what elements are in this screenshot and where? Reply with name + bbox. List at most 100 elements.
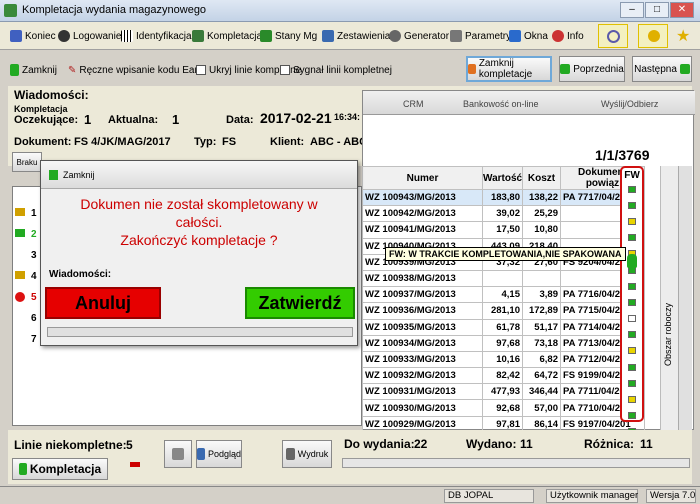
table-row[interactable]: WZ 100931/MG/2013 477,93 346,44 PA 7711/04/…: [362, 383, 645, 401]
table-row[interactable]: WZ 100942/MG/2013 39,02 25,29: [362, 205, 645, 223]
app-icon: [4, 4, 17, 17]
minimize-button[interactable]: –: [620, 2, 644, 18]
client-value: ABC - ABC: [310, 136, 368, 148]
fw-flag-icon[interactable]: [622, 213, 642, 229]
menu-item-identyfikacja[interactable]: Identyfikacja: [121, 28, 192, 44]
table-cell: 39,02: [482, 205, 523, 223]
settings-button[interactable]: [164, 440, 192, 468]
table-cell: WZ 100930/MG/2013: [362, 399, 483, 417]
fw-flag-icon[interactable]: [622, 391, 642, 407]
help-icon: [552, 30, 564, 42]
flag-icon: [18, 463, 27, 475]
missing-button[interactable]: Braku: [12, 152, 42, 172]
star-icon[interactable]: ★: [676, 26, 690, 46]
fw-flag-icon[interactable]: [622, 408, 642, 424]
signal-checkbox[interactable]: Sygnał linii kompletnej: [280, 62, 392, 78]
table-row[interactable]: WZ 100936/MG/2013 281,10 172,89 PA 7715/04/…: [362, 302, 645, 320]
list-item[interactable]: 5: [13, 281, 43, 303]
maximize-button[interactable]: □: [645, 2, 669, 18]
list-item[interactable]: 4: [13, 260, 43, 282]
tab-crm[interactable]: CRM: [403, 99, 424, 109]
menu-item-logowanie[interactable]: Logowanie: [58, 28, 121, 44]
pencil-icon: ✎: [68, 64, 77, 76]
printer-icon: [285, 448, 295, 460]
title-bar: Kompletacja wydania magazynowego – □ ✕: [0, 0, 700, 22]
previous-button[interactable]: Poprzednia: [559, 56, 625, 82]
next-button[interactable]: Następna: [632, 56, 692, 82]
table-row[interactable]: WZ 100934/MG/2013 97,68 73,18 PA 7713/04/20…: [362, 334, 645, 352]
col-numer[interactable]: Numer: [362, 166, 483, 190]
finish-kompletacja-button[interactable]: Zamknij kompletacje: [466, 56, 552, 82]
table-cell: WZ 100937/MG/2013: [362, 286, 483, 304]
key-tool-button[interactable]: [638, 24, 668, 48]
confirm-button[interactable]: Zatwierdź: [245, 287, 355, 319]
table-cell: 10,80: [522, 221, 561, 239]
fw-flag-icon[interactable]: [622, 197, 642, 213]
fw-flag-icon[interactable]: [622, 359, 642, 375]
table-cell: 477,93: [482, 383, 523, 401]
fw-flag-icon[interactable]: [622, 375, 642, 391]
table-cell: 4,15: [482, 286, 523, 304]
clock-button[interactable]: [598, 24, 628, 48]
fw-flag-icon[interactable]: [622, 230, 642, 246]
list-item[interactable]: 2: [13, 218, 43, 240]
col-wartosc[interactable]: Wartość: [482, 166, 523, 190]
table-row[interactable]: WZ 100930/MG/2013 92,68 57,00 PA 7710/04/20…: [362, 399, 645, 417]
windows-icon: [509, 30, 521, 42]
list-item[interactable]: 6: [13, 302, 43, 324]
menu-item-generator[interactable]: Generator: [389, 28, 449, 44]
table-cell: WZ 100932/MG/2013: [362, 367, 483, 385]
menu-item-parametry[interactable]: Parametry: [450, 28, 511, 44]
main-menu-bar: Koniec Logowanie Identyfikacja Kompletac…: [0, 22, 700, 50]
table-row[interactable]: WZ 100932/MG/2013 82,42 64,72 FS 9199/04/20…: [362, 367, 645, 385]
col-fw[interactable]: FW: [622, 170, 642, 181]
fw-flag-icon[interactable]: [622, 181, 642, 197]
table-row[interactable]: WZ 100938/MG/2013: [362, 269, 645, 288]
menu-item-stany-mg[interactable]: Stany Mg: [260, 28, 317, 44]
table-row[interactable]: WZ 100935/MG/2013 61,78 51,17 PA 7714/04/20…: [362, 318, 645, 336]
fw-flag-icon[interactable]: [622, 294, 642, 310]
fw-flag-icon[interactable]: [622, 278, 642, 294]
list-item[interactable]: 3: [13, 239, 43, 261]
expected-value: 1: [84, 112, 92, 127]
menu-item-kompletacja[interactable]: Kompletacja: [192, 28, 262, 44]
table-cell: 183,80: [482, 188, 523, 207]
menu-item-zestawienia[interactable]: Zestawienia: [322, 28, 390, 44]
flag-icon: [628, 379, 636, 387]
list-item[interactable]: 7: [13, 323, 43, 345]
preview-button[interactable]: Podgląd: [196, 440, 242, 468]
fw-flag-icon[interactable]: [622, 311, 642, 327]
incomplete-label: Linie niekompletne:: [14, 438, 127, 452]
col-koszt[interactable]: Koszt: [522, 166, 561, 190]
cancel-button[interactable]: Anuluj: [45, 287, 161, 319]
table-row[interactable]: WZ 100933/MG/2013 10,16 6,82 PA 7712/04/201: [362, 350, 645, 369]
to-issue-label: Do wydania:: [344, 437, 415, 451]
table-cell: [482, 269, 523, 288]
menu-item-info[interactable]: Info: [552, 28, 584, 44]
menu-item-okna[interactable]: Okna: [509, 28, 548, 44]
tab-bankowosc[interactable]: Bankowość on-line: [463, 99, 539, 109]
table-row[interactable]: WZ 100941/MG/2013 17,50 10,80: [362, 221, 645, 239]
kompletacja-button[interactable]: Kompletacja: [12, 458, 108, 480]
preview-icon: [197, 448, 205, 460]
kompletacja-toolbar: Zamknij ✎ Ręczne wpisanie kodu Ean Ukryj …: [0, 52, 700, 84]
window-title: Kompletacja wydania magazynowego: [22, 4, 207, 16]
table-cell: 51,17: [522, 318, 561, 336]
table-row[interactable]: WZ 100943/MG/2013 183,80 138,22 PA 7717/04/…: [362, 188, 645, 207]
menu-item-koniec[interactable]: Koniec: [10, 28, 56, 44]
table-cell: 97,68: [482, 334, 523, 352]
zamknij-tool-button[interactable]: Zamknij: [10, 62, 57, 78]
table-row[interactable]: WZ 100937/MG/2013 4,15 3,89 PA 7716/04/201: [362, 286, 645, 304]
list-item[interactable]: 1: [13, 196, 43, 219]
manual-ean-toggle[interactable]: ✎ Ręczne wpisanie kodu Ean: [68, 62, 200, 78]
table-cell: WZ 100936/MG/2013: [362, 302, 483, 320]
vertical-scrollbar[interactable]: [678, 166, 692, 430]
arrow-left-icon: [560, 64, 571, 74]
print-button[interactable]: Wydruk: [282, 440, 332, 468]
barcode-icon: [121, 30, 133, 42]
table-cell: [522, 269, 561, 288]
tab-wyslij-odbierz[interactable]: Wyślij/Odbierz: [601, 99, 658, 109]
fw-flag-icon[interactable]: [622, 343, 642, 359]
close-window-button[interactable]: ✕: [670, 2, 694, 18]
fw-flag-icon[interactable]: [622, 327, 642, 343]
